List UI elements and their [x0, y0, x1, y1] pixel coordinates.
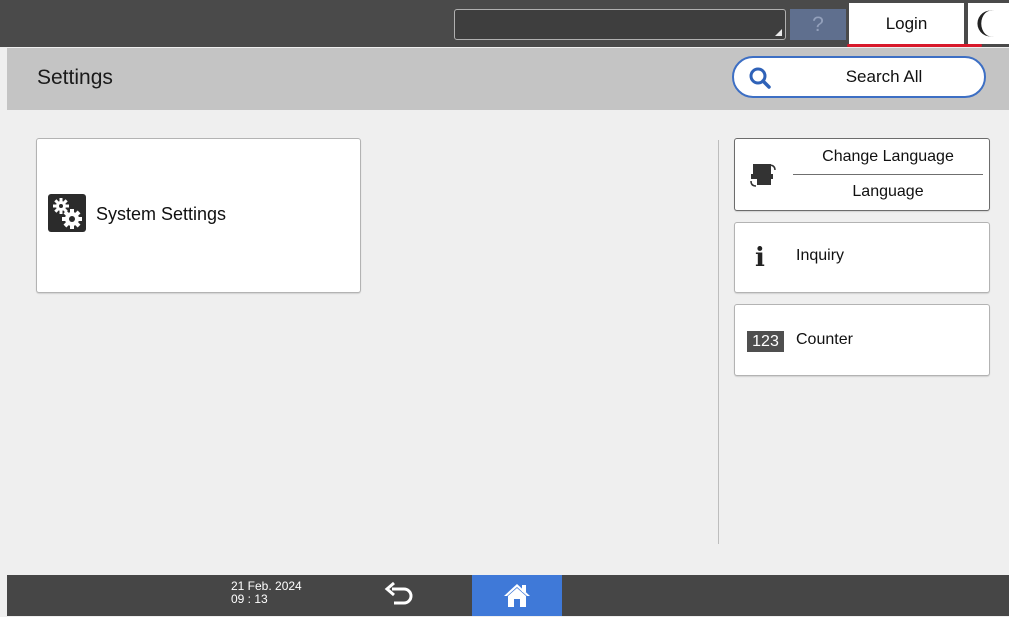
change-language-label: Change Language	[822, 148, 954, 165]
home-icon	[504, 584, 530, 607]
page-title: Settings	[37, 66, 113, 89]
crescent-moon-icon	[977, 10, 994, 37]
back-arrow-icon	[384, 581, 413, 605]
counter-label: Counter	[796, 331, 853, 348]
info-icon: i	[755, 243, 765, 273]
header: Settings Search All	[7, 48, 1009, 110]
date-time-display: 21 Feb. 2024 09 : 13	[231, 580, 302, 606]
inquiry-button[interactable]: i Inquiry	[734, 222, 990, 293]
system-settings-label: System Settings	[96, 204, 227, 224]
language-switch-icon	[750, 164, 776, 187]
inquiry-label: Inquiry	[796, 247, 845, 264]
home-button[interactable]	[472, 575, 562, 616]
gears-icon	[48, 194, 86, 232]
search-all-label: Search All	[845, 67, 923, 86]
energy-saver-button[interactable]	[968, 3, 1009, 44]
message-field[interactable]	[454, 9, 786, 40]
login-button[interactable]: Login	[849, 3, 964, 44]
help-button[interactable]: ?	[790, 9, 846, 40]
counter-icon: 123	[747, 331, 784, 352]
current-language-label: Language	[852, 183, 924, 200]
search-all-button[interactable]: Search All	[732, 56, 986, 98]
login-underline	[847, 44, 982, 47]
time-text: 09 : 13	[231, 592, 268, 606]
counter-button[interactable]: 123 Counter	[734, 304, 990, 376]
resize-corner-icon	[775, 29, 782, 36]
language-separator	[793, 174, 983, 175]
magnifier-icon	[749, 67, 771, 89]
panel-divider	[718, 140, 719, 544]
change-language-button[interactable]: Change Language Language	[734, 138, 990, 211]
system-settings-button[interactable]: System Settings	[36, 138, 361, 293]
back-button[interactable]	[380, 580, 420, 612]
